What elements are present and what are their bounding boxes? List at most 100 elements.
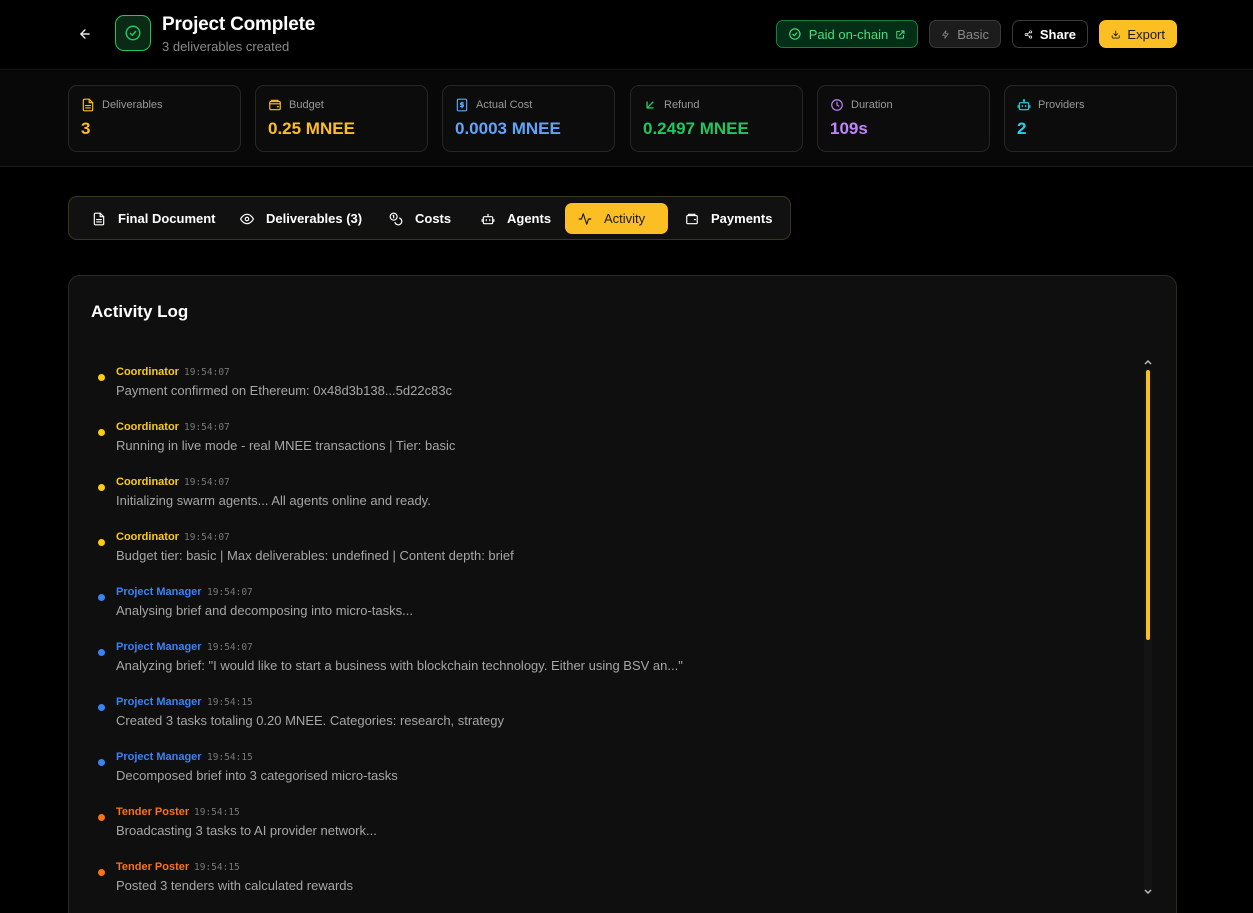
log-time: 19:54:15 xyxy=(207,752,253,763)
stat-label: Deliverables xyxy=(102,99,163,111)
share-button[interactable]: Share xyxy=(1012,20,1088,48)
stat-label: Duration xyxy=(851,99,893,111)
tab-final-document[interactable]: Final Document xyxy=(79,203,229,234)
scrollbar-thumb[interactable] xyxy=(1146,370,1150,640)
check-circle-icon xyxy=(125,25,141,41)
arrow-left-icon xyxy=(80,29,90,39)
back-button[interactable] xyxy=(74,23,96,45)
arrow-down-left-icon xyxy=(646,101,654,109)
status-dot xyxy=(98,869,105,876)
stat-label: Actual Cost xyxy=(476,99,533,111)
log-author: Project Manager xyxy=(116,696,202,708)
stat-refund: Refund 0.2497 MNEE xyxy=(630,85,803,152)
project-status-icon xyxy=(115,15,151,51)
log-message: Decomposed brief into 3 categorised micr… xyxy=(116,768,398,783)
status-dot xyxy=(98,539,105,546)
stat-label: Budget xyxy=(289,99,324,111)
tab-payments[interactable]: Payments xyxy=(672,203,785,234)
tab-agents[interactable]: Agents xyxy=(468,203,564,234)
page-header: Project Complete 3 deliverables created … xyxy=(0,0,1253,70)
receipt-icon xyxy=(456,98,468,112)
stat-value: 0.0003 MNEE xyxy=(455,119,561,138)
stat-label: Refund xyxy=(664,99,700,111)
stat-duration: Duration 109s xyxy=(817,85,990,152)
log-author: Project Manager xyxy=(116,586,202,598)
stat-deliverables: Deliverables 3 xyxy=(68,85,241,152)
stats-bar: Deliverables 3 Budget 0.25 MNEE Actual C… xyxy=(0,71,1253,167)
log-message: Payment confirmed on Ethereum: 0x48d3b13… xyxy=(116,383,453,398)
log-message: Initializing swarm agents... All agents … xyxy=(116,493,431,508)
stat-value: 2 xyxy=(1017,119,1027,138)
log-entry: Coordinator 19:54:07 Payment confirmed o… xyxy=(69,366,1129,414)
status-dot xyxy=(98,649,105,656)
scroll-down-arrow-icon[interactable] xyxy=(1143,888,1153,896)
log-message: Running in live mode - real MNEE transac… xyxy=(116,438,456,453)
log-entry: Coordinator 19:54:07 Budget tier: basic … xyxy=(69,531,1129,579)
status-dot xyxy=(98,814,105,821)
lightning-icon xyxy=(942,29,949,39)
stat-providers: Providers 2 xyxy=(1004,85,1177,152)
share-icon xyxy=(1024,29,1033,39)
wallet-icon xyxy=(686,213,698,224)
log-author: Coordinator xyxy=(116,366,179,378)
tab-label: Final Document xyxy=(118,211,216,226)
page-title: Project Complete xyxy=(162,14,316,35)
log-time: 19:54:07 xyxy=(184,532,230,543)
log-message: Posted 3 tenders with calculated rewards xyxy=(116,878,354,893)
tab-activity[interactable]: Activity xyxy=(565,203,668,234)
log-author: Coordinator xyxy=(116,421,179,433)
log-time: 19:54:07 xyxy=(207,587,253,598)
log-message: Budget tier: basic | Max deliverables: u… xyxy=(116,548,514,563)
log-time: 19:54:07 xyxy=(184,367,230,378)
tab-label: Payments xyxy=(711,211,773,226)
bot-icon xyxy=(1017,99,1031,111)
tab-costs[interactable]: Costs xyxy=(376,203,464,234)
status-dot xyxy=(98,759,105,766)
status-dot xyxy=(98,429,105,436)
log-author: Project Manager xyxy=(116,751,202,763)
status-dot xyxy=(98,484,105,491)
status-dot xyxy=(98,374,105,381)
tab-deliverables[interactable]: Deliverables (3) xyxy=(227,203,375,234)
tab-label: Costs xyxy=(415,211,452,226)
log-message: Created 3 tasks totaling 0.20 MNEE. Cate… xyxy=(116,713,505,728)
document-icon xyxy=(93,212,105,225)
log-author: Tender Poster xyxy=(116,861,190,873)
status-dot xyxy=(98,594,105,601)
clock-icon xyxy=(831,99,843,111)
log-time: 19:54:07 xyxy=(184,477,230,488)
tier-basic-button[interactable]: Basic xyxy=(929,20,1001,48)
log-entry: Project Manager 19:54:07 Analyzing brief… xyxy=(69,641,1129,689)
wallet-icon xyxy=(269,99,281,111)
tab-label: Agents xyxy=(507,211,552,226)
bot-icon xyxy=(481,213,495,224)
stat-value: 0.25 MNEE xyxy=(268,119,355,138)
log-author: Coordinator xyxy=(116,531,179,543)
share-label: Share xyxy=(1039,26,1076,42)
log-entry: Project Manager 19:54:15 Decomposed brie… xyxy=(69,751,1129,799)
tab-label: Deliverables (3) xyxy=(266,211,363,226)
log-author: Project Manager xyxy=(116,641,202,653)
paid-on-chain-button[interactable]: Paid on-chain xyxy=(776,20,918,48)
log-entry: Tender Poster 19:54:15 Broadcasting 3 ta… xyxy=(69,806,1129,854)
log-author: Coordinator xyxy=(116,476,179,488)
check-circle-icon xyxy=(789,28,801,40)
activity-panel: Activity Log Coordinator 19:54:07 Paymen… xyxy=(68,275,1177,913)
log-message: Analysing brief and decomposing into mic… xyxy=(116,603,413,618)
log-time: 19:54:07 xyxy=(184,422,230,433)
stat-actual-cost: Actual Cost 0.0003 MNEE xyxy=(442,85,615,152)
stat-value: 3 xyxy=(81,119,91,138)
stat-value: 109s xyxy=(830,119,868,138)
log-entry: Tender Poster 19:54:15 Posted 3 tenders … xyxy=(69,861,1129,909)
paid-on-chain-label: Paid on-chain xyxy=(808,26,889,42)
log-author: Tender Poster xyxy=(116,806,190,818)
external-link-icon xyxy=(896,29,905,39)
export-label: Export xyxy=(1127,26,1165,42)
tab-bar: Final Document Deliverables (3) Costs Ag… xyxy=(68,196,791,240)
log-time: 19:54:07 xyxy=(207,642,253,653)
log-message: Broadcasting 3 tasks to AI provider netw… xyxy=(116,823,377,838)
tier-basic-label: Basic xyxy=(957,26,989,42)
scroll-up-arrow-icon[interactable] xyxy=(1143,358,1153,366)
export-button[interactable]: Export xyxy=(1099,20,1177,48)
stat-budget: Budget 0.25 MNEE xyxy=(255,85,428,152)
